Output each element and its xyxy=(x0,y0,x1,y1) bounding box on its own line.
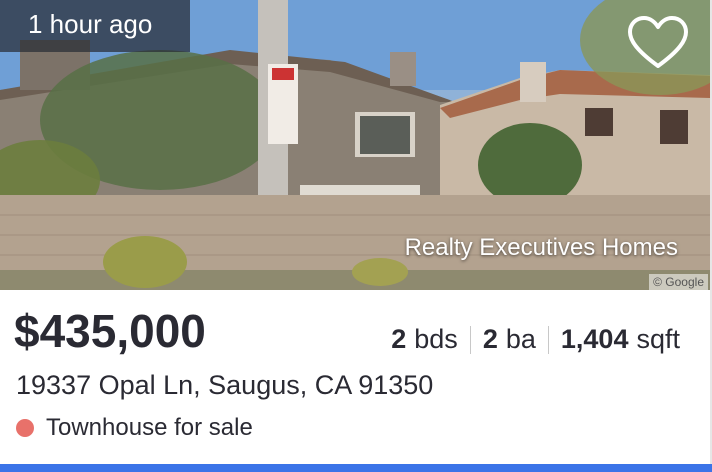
facts-divider xyxy=(469,325,471,354)
status-dot-icon xyxy=(16,419,34,437)
photo-credit: © Google xyxy=(649,274,708,290)
listing-status: Townhouse for sale xyxy=(16,414,253,442)
listing-price: $435,000 xyxy=(14,305,206,357)
baths-value: 2 xyxy=(482,324,498,354)
facts-divider xyxy=(547,325,549,354)
listing-card[interactable]: 1 hour ago Realty Executives Homes © Goo… xyxy=(0,0,712,472)
listing-photo[interactable]: 1 hour ago Realty Executives Homes © Goo… xyxy=(0,0,710,290)
time-posted-badge: 1 hour ago xyxy=(0,0,190,52)
beds-value: 2 xyxy=(391,324,407,354)
brokerage-name: Realty Executives Homes xyxy=(404,234,678,261)
beds-unit: bds xyxy=(414,324,458,354)
heart-outline-icon[interactable] xyxy=(626,14,690,72)
sqft-value: 1,404 xyxy=(560,324,629,354)
accent-bar xyxy=(0,464,712,472)
listing-facts: 2 bds 2 ba 1,404 sqft xyxy=(391,324,680,355)
listing-address[interactable]: 19337 Opal Ln, Saugus, CA 91350 xyxy=(16,370,433,401)
status-label: Townhouse for sale xyxy=(46,414,253,441)
listing-info: $435,000 2 bds 2 ba 1,404 sqft 19337 Opa… xyxy=(0,290,710,462)
sqft-unit: sqft xyxy=(636,324,680,354)
baths-unit: ba xyxy=(505,324,536,354)
